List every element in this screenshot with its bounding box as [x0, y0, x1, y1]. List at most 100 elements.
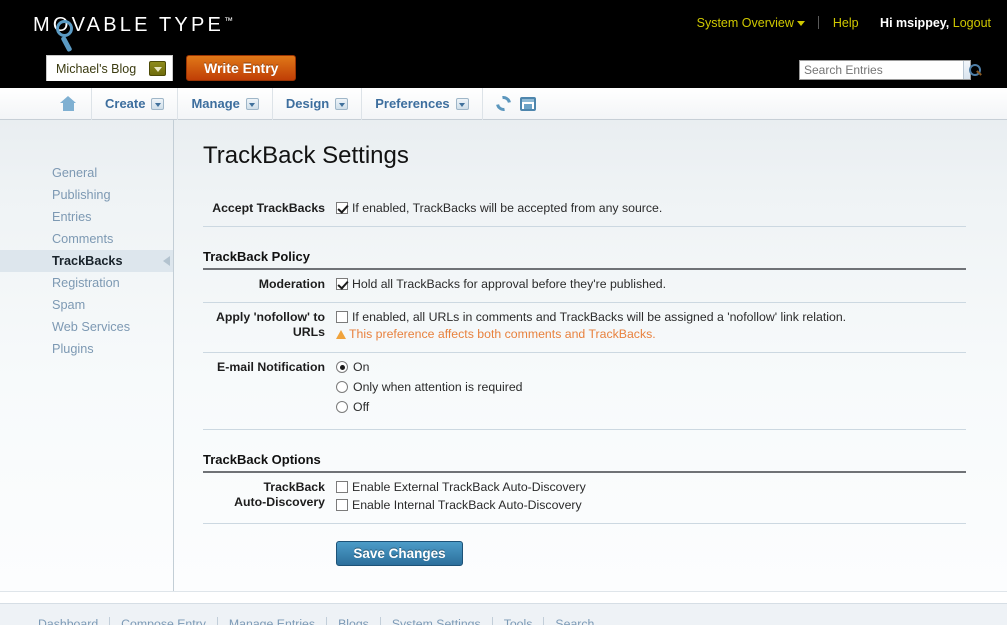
footer-spacer — [0, 591, 1007, 603]
radio-option-attention[interactable]: Only when attention is required — [336, 379, 523, 395]
autodiscovery-row: TrackBack Auto-Discovery Enable External… — [203, 473, 1007, 521]
moderation-checkbox[interactable] — [336, 278, 348, 290]
internal-autodiscovery-option[interactable]: Enable Internal TrackBack Auto-Discovery — [336, 497, 586, 513]
chevron-down-icon[interactable] — [151, 97, 165, 110]
radio-attention[interactable] — [336, 381, 348, 393]
blog-selector[interactable]: Michael's Blog — [46, 55, 173, 81]
nofollow-text: If enabled, all URLs in comments and Tra… — [352, 310, 847, 324]
accept-trackbacks-text: If enabled, TrackBacks will be accepted … — [352, 201, 663, 215]
radio-option-on[interactable]: On — [336, 359, 523, 375]
radio-option-off[interactable]: Off — [336, 399, 523, 415]
nofollow-label-line1: Apply 'nofollow' to — [216, 310, 325, 324]
radio-on-label: On — [353, 360, 370, 374]
footer-link-manage-entries[interactable]: Manage Entries — [218, 617, 326, 625]
nav-item-create[interactable]: Create — [92, 87, 179, 120]
search-icon[interactable] — [963, 61, 981, 79]
divider — [203, 226, 966, 227]
nav-icon-group — [483, 93, 536, 114]
accept-trackbacks-checkbox[interactable] — [336, 202, 348, 214]
sidebar-item-publishing[interactable]: Publishing — [0, 184, 174, 206]
sidebar-item-entries[interactable]: Entries — [0, 206, 174, 228]
write-entry-button[interactable]: Write Entry — [186, 55, 297, 81]
footer-link-blogs[interactable]: Blogs — [327, 617, 380, 625]
sidebar-item-plugins[interactable]: Plugins — [0, 338, 174, 360]
warning-triangle-icon — [336, 330, 346, 339]
save-changes-button[interactable]: Save Changes — [336, 541, 463, 566]
autodiscovery-label-line1: TrackBack — [263, 480, 325, 494]
wrench-icon — [56, 20, 73, 37]
email-notification-label: E-mail Notification — [217, 360, 325, 374]
blog-selector-label: Michael's Blog — [56, 61, 137, 76]
nofollow-label-line2: URLs — [292, 325, 325, 339]
trackback-policy-heading: TrackBack Policy — [203, 249, 966, 270]
footer-link-search[interactable]: Search — [544, 617, 605, 625]
radio-off-label: Off — [353, 400, 370, 414]
user-greeting: Hi msippey, — [880, 16, 950, 30]
sidebar-item-trackbacks[interactable]: TrackBacks — [0, 250, 174, 272]
moderation-row: Moderation Hold all TrackBacks for appro… — [203, 270, 1007, 300]
accept-trackbacks-field: If enabled, TrackBacks will be accepted … — [325, 200, 662, 216]
radio-on[interactable] — [336, 361, 348, 373]
nav-label: Preferences — [375, 96, 450, 111]
sidebar-item-comments[interactable]: Comments — [0, 228, 174, 250]
nav-item-preferences[interactable]: Preferences — [362, 87, 483, 120]
moderation-text: Hold all TrackBacks for approval before … — [352, 277, 667, 291]
refresh-icon[interactable] — [492, 93, 514, 114]
radio-off[interactable] — [336, 401, 348, 413]
trackback-options-heading: TrackBack Options — [203, 452, 966, 473]
chevron-down-icon[interactable] — [335, 97, 349, 110]
main-navigation-bar: Create Manage Design Preferences — [0, 87, 1007, 120]
nav-label: Manage — [191, 96, 240, 111]
footer-link-dashboard[interactable]: Dashboard — [38, 617, 109, 625]
top-header-bar: MOVABLE TYPE™ System Overview Help Hi ms… — [0, 0, 1007, 88]
nav-item-manage[interactable]: Manage — [178, 87, 273, 120]
view-site-icon[interactable] — [519, 96, 536, 111]
internal-autodiscovery-checkbox[interactable] — [336, 499, 348, 511]
search-box[interactable] — [799, 60, 981, 80]
nofollow-warning-text: This preference affects both comments an… — [349, 327, 656, 341]
search-input[interactable] — [800, 61, 963, 79]
nofollow-row: Apply 'nofollow' to URLs If enabled, all… — [203, 303, 1007, 350]
nav-label: Design — [285, 96, 330, 111]
sidebar-item-general[interactable]: General — [0, 162, 174, 184]
autodiscovery-field: Enable External TrackBack Auto-Discovery… — [325, 479, 586, 513]
nav-home-button[interactable] — [46, 87, 92, 120]
settings-content: TrackBack Settings Accept TrackBacks If … — [174, 120, 1007, 591]
system-overview-link[interactable]: System Overview — [697, 16, 794, 30]
nav-item-design[interactable]: Design — [273, 87, 363, 120]
internal-autodiscovery-label: Enable Internal TrackBack Auto-Discovery — [352, 498, 582, 512]
logo-trademark: ™ — [224, 15, 234, 26]
nofollow-checkbox[interactable] — [336, 311, 348, 323]
chevron-down-icon[interactable] — [455, 97, 469, 110]
footer-links: Dashboard Compose Entry Manage Entries B… — [0, 603, 1007, 625]
nav-label: Create — [105, 96, 146, 111]
divider — [203, 523, 966, 524]
divider — [818, 16, 820, 29]
nofollow-label: Apply 'nofollow' to URLs — [203, 309, 325, 340]
external-autodiscovery-option[interactable]: Enable External TrackBack Auto-Discovery — [336, 479, 586, 495]
footer-link-tools[interactable]: Tools — [493, 617, 544, 625]
sidebar-item-spam[interactable]: Spam — [0, 294, 174, 316]
sidebar-item-web-services[interactable]: Web Services — [0, 316, 174, 338]
nofollow-warning: This preference affects both comments an… — [336, 326, 846, 342]
chevron-down-icon[interactable] — [149, 61, 166, 76]
sidebar-item-registration[interactable]: Registration — [0, 272, 174, 294]
email-notification-row: E-mail Notification On Only when attenti… — [203, 353, 1007, 427]
nofollow-field: If enabled, all URLs in comments and Tra… — [325, 309, 846, 342]
chevron-down-icon[interactable] — [245, 97, 259, 110]
chevron-down-icon[interactable] — [796, 21, 805, 27]
accept-trackbacks-row: Accept TrackBacks If enabled, TrackBacks… — [203, 194, 1007, 224]
autodiscovery-label-line2: Auto-Discovery — [234, 495, 325, 509]
accept-trackbacks-label: Accept TrackBacks — [212, 201, 325, 215]
top-right-links: System Overview Help Hi msippey, Logout — [697, 16, 991, 30]
footer-link-compose-entry[interactable]: Compose Entry — [110, 617, 217, 625]
page-body: General Publishing Entries Comments Trac… — [0, 120, 1007, 591]
house-icon — [60, 96, 77, 111]
logout-link[interactable]: Logout — [953, 16, 991, 30]
help-link[interactable]: Help — [833, 16, 859, 30]
external-autodiscovery-checkbox[interactable] — [336, 481, 348, 493]
footer-link-system-settings[interactable]: System Settings — [381, 617, 492, 625]
email-notification-field: On Only when attention is required Off — [325, 359, 523, 419]
radio-attention-label: Only when attention is required — [353, 380, 523, 394]
settings-sidebar: General Publishing Entries Comments Trac… — [0, 120, 174, 591]
